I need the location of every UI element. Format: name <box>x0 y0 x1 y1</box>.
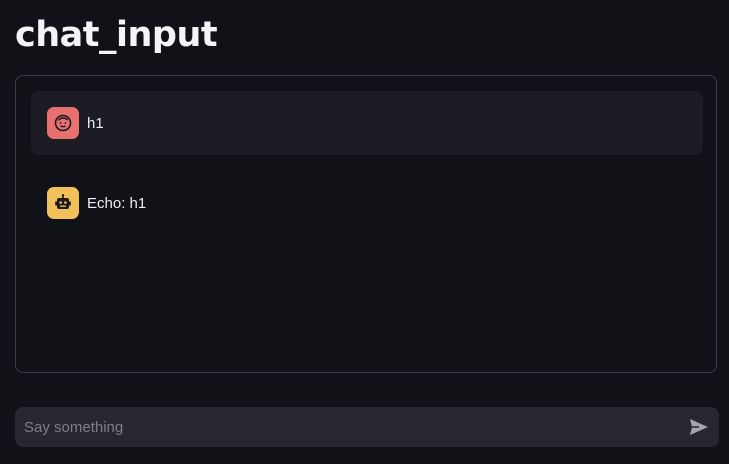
app-page: chat_input h1 Echo: h1 Say something <box>0 0 729 464</box>
user-face-icon <box>47 107 79 139</box>
message-text: Echo: h1 <box>87 194 147 212</box>
send-icon <box>690 419 708 435</box>
page-title: chat_input <box>15 15 218 55</box>
chat-input-bar <box>15 407 719 447</box>
chat-message-assistant: Echo: h1 <box>31 171 703 235</box>
chat-message-user: h1 <box>31 91 703 155</box>
message-text: h1 <box>87 114 104 132</box>
chat-messages-container[interactable]: h1 Echo: h1 <box>15 75 717 373</box>
send-button[interactable] <box>679 407 719 447</box>
robot-icon <box>47 187 79 219</box>
chat-input-field[interactable] <box>15 407 679 447</box>
